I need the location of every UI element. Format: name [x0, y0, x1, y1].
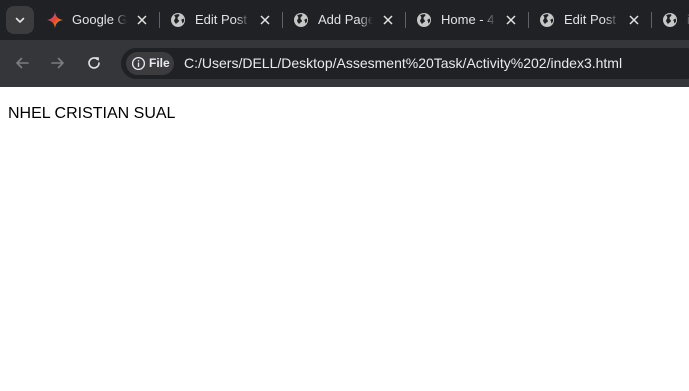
- tab-title: Google Gemini: [72, 12, 127, 28]
- info-icon: [131, 56, 146, 71]
- tab-search-button[interactable]: [6, 6, 34, 34]
- tab-title: Edit Post: [564, 12, 619, 28]
- tab-separator: [405, 12, 406, 28]
- chip-label: File: [149, 56, 170, 70]
- reload-icon: [88, 57, 100, 69]
- forward-button[interactable]: [46, 51, 70, 75]
- address-bar[interactable]: File C:/Users/DELL/Desktop/Assesment%20T…: [121, 48, 689, 79]
- tab-title: Edit Post: [195, 12, 250, 28]
- page-body-text: NHEL CRISTIAN SUAL: [8, 105, 176, 122]
- close-tab-icon[interactable]: [626, 12, 642, 28]
- browser-toolbar: File C:/Users/DELL/Desktop/Assesment%20T…: [0, 40, 689, 87]
- tab-separator: [651, 12, 652, 28]
- tab-separator: [528, 12, 529, 28]
- reload-button[interactable]: [82, 51, 106, 75]
- tab-title: Home - 4: [441, 12, 496, 28]
- globe-icon: [171, 13, 185, 27]
- tab-edit-post[interactable]: Edit Post: [533, 0, 651, 40]
- tab-strip: Google Gemini Edit Post Add Page: [0, 0, 689, 40]
- close-tab-icon[interactable]: [134, 12, 150, 28]
- tab-home[interactable]: Home - 4: [410, 0, 528, 40]
- globe-icon: [663, 13, 677, 27]
- back-button[interactable]: [10, 51, 34, 75]
- close-tab-icon[interactable]: [503, 12, 519, 28]
- arrow-left-icon: [16, 57, 29, 69]
- tab-add-page[interactable]: Add Page: [287, 0, 405, 40]
- tab-separator: [282, 12, 283, 28]
- tab-edit-post[interactable]: Edit Post: [164, 0, 282, 40]
- url-text[interactable]: C:/Users/DELL/Desktop/Assesment%20Task/A…: [184, 55, 622, 72]
- arrow-right-icon: [51, 57, 64, 69]
- tab-partial[interactable]: i: [656, 0, 689, 40]
- site-info-chip[interactable]: File: [126, 52, 174, 75]
- close-tab-icon[interactable]: [380, 12, 396, 28]
- tab-separator: [159, 12, 160, 28]
- chevron-down-icon: [15, 17, 25, 23]
- globe-icon: [294, 13, 308, 27]
- page-content: NHEL CRISTIAN SUAL: [0, 87, 689, 391]
- globe-icon: [540, 13, 554, 27]
- tab-title: Add Page: [318, 12, 373, 28]
- close-tab-icon[interactable]: [257, 12, 273, 28]
- tab-google-gemini[interactable]: Google Gemini: [41, 0, 159, 40]
- gemini-icon: [47, 12, 63, 28]
- globe-icon: [417, 13, 431, 27]
